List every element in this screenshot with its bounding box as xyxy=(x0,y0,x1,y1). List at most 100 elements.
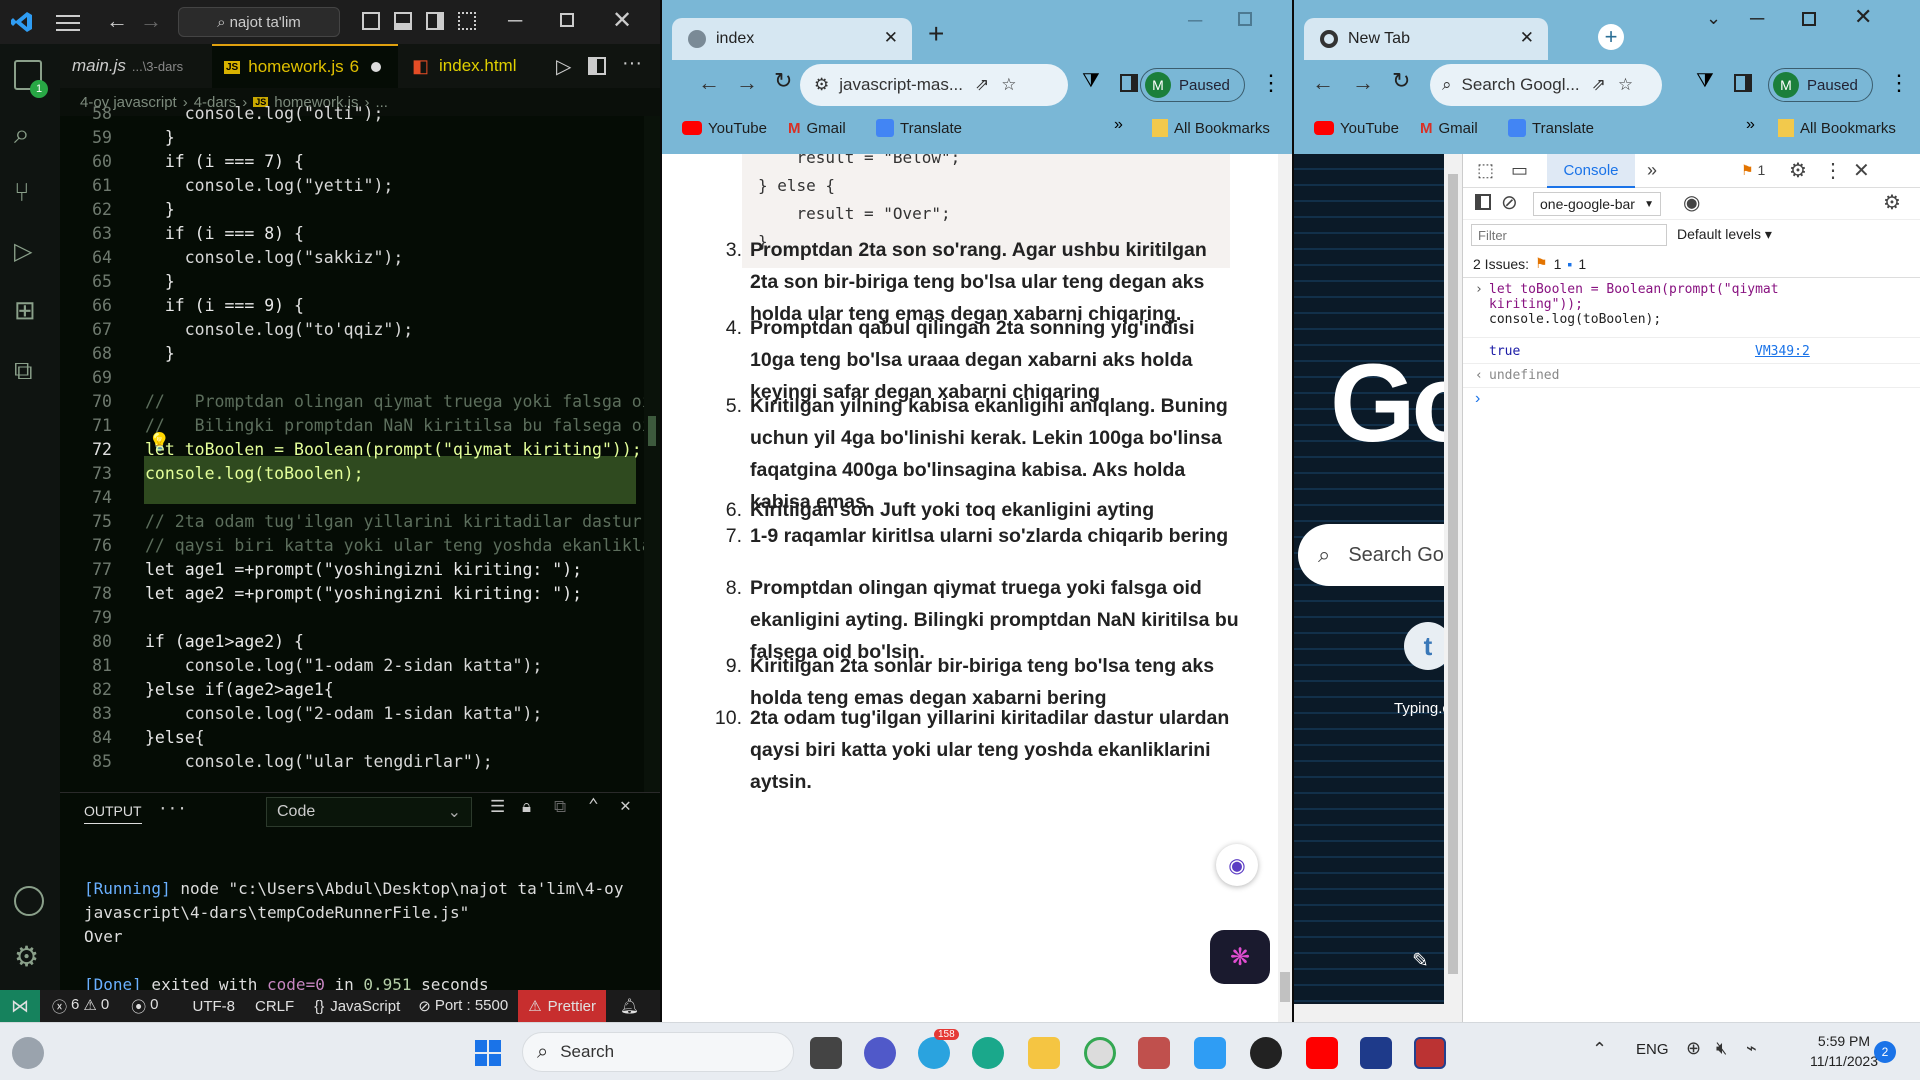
back-arrow-icon[interactable]: ← xyxy=(106,8,128,34)
bookmark-translate[interactable]: Translate xyxy=(876,112,962,144)
inspect-element-icon[interactable]: ⬚ xyxy=(1477,160,1494,181)
output-channel-select[interactable]: Code ⌄ xyxy=(266,797,472,827)
chat-icon[interactable] xyxy=(864,1037,896,1069)
issues-counter[interactable]: ⚑ 1 xyxy=(1741,162,1765,179)
telegram-icon[interactable] xyxy=(918,1037,950,1069)
share-icon[interactable]: ⇗ xyxy=(1592,75,1606,95)
chrome-menu-icon[interactable]: ⋮ xyxy=(1260,70,1282,96)
profile-button[interactable]: M Paused xyxy=(1768,68,1873,102)
lock-scroll-icon[interactable]: 🔒︎ xyxy=(522,797,531,817)
flag-app-icon[interactable] xyxy=(1414,1037,1446,1069)
chrome-taskbar-icon[interactable] xyxy=(1084,1037,1116,1069)
toggle-panel-icon[interactable] xyxy=(394,12,412,30)
customize-layout-icon[interactable] xyxy=(458,12,476,30)
clear-console-icon[interactable]: ⊘ xyxy=(1501,190,1518,215)
side-panel-icon[interactable] xyxy=(1120,74,1138,92)
file-explorer-icon[interactable] xyxy=(1028,1037,1060,1069)
console-prompt[interactable]: › xyxy=(1463,388,1920,412)
profile-button[interactable]: M Paused xyxy=(1140,68,1245,102)
run-code-icon[interactable]: ▷ xyxy=(556,54,571,79)
live-expression-eye-icon[interactable]: ◉ xyxy=(1683,190,1700,215)
tab-index-html[interactable]: ◧ index.html xyxy=(400,44,560,88)
bookmark-star-icon[interactable]: ☆ xyxy=(1618,75,1633,95)
new-tab-icon[interactable]: + xyxy=(1598,24,1624,50)
address-bar[interactable]: ⚙ javascript-mas... ⇗ ☆ xyxy=(800,64,1068,106)
manage-gear-icon[interactable]: ⚙ xyxy=(14,942,44,972)
bookmark-youtube[interactable]: YouTube xyxy=(682,112,767,144)
bookmark-translate[interactable]: Translate xyxy=(1508,112,1594,144)
remote-explorer-icon[interactable]: ⧉ xyxy=(14,356,42,384)
more-tabs-icon[interactable]: » xyxy=(1647,160,1657,181)
tab-main-js[interactable]: main.js ...\3-dars xyxy=(60,44,210,88)
bookmark-youtube[interactable]: YouTube xyxy=(1314,112,1399,144)
editor-scrollbar[interactable] xyxy=(644,116,660,792)
ntp-hscrollbar[interactable] xyxy=(1294,1004,1462,1022)
tray-chevron-up-icon[interactable]: ⌃ xyxy=(1592,1039,1607,1060)
menu-icon[interactable] xyxy=(56,12,80,32)
tab-console[interactable]: Console xyxy=(1547,154,1635,188)
taskbar-search[interactable]: ⌕ Search xyxy=(522,1032,794,1072)
log-levels-dropdown[interactable]: Default levels ▾ xyxy=(1677,226,1772,243)
vscode-taskbar-icon[interactable] xyxy=(1194,1037,1226,1069)
ai-extension-icon[interactable]: ❋ xyxy=(1210,930,1270,984)
source-control-icon[interactable]: ⑂ xyxy=(14,178,42,206)
console-settings-icon[interactable]: ⚙ xyxy=(1883,190,1901,215)
split-editor-icon[interactable] xyxy=(588,57,606,75)
tab-homework-js[interactable]: JS homework.js 6 xyxy=(212,44,398,88)
back-arrow-icon[interactable]: ← xyxy=(1312,70,1334,96)
ports-indicator[interactable]: ⦿ 0 xyxy=(131,996,158,1017)
input-language[interactable]: ENG xyxy=(1636,1041,1669,1058)
notifications-badge[interactable]: 2 xyxy=(1874,1041,1896,1063)
ntp-search-box[interactable]: ⌕ Search Goo xyxy=(1298,524,1462,586)
run-debug-icon[interactable]: ▷ xyxy=(14,238,42,266)
start-windows-icon[interactable] xyxy=(472,1037,504,1069)
maximize-icon[interactable] xyxy=(1802,12,1816,26)
tab-close-icon[interactable]: ✕ xyxy=(884,28,898,48)
reload-icon[interactable]: ↻ xyxy=(774,68,792,94)
bookmark-gmail[interactable]: M Gmail xyxy=(788,112,846,144)
source-link[interactable]: VM349:2 xyxy=(1755,344,1810,359)
address-bar[interactable]: ⌕ Search Googl... ⇗ ☆ xyxy=(1430,64,1662,106)
youtube-taskbar-icon[interactable] xyxy=(1306,1037,1338,1069)
scrollbar-thumb[interactable] xyxy=(648,416,656,446)
maximize-icon[interactable] xyxy=(560,13,574,27)
all-bookmarks[interactable]: All Bookmarks xyxy=(1778,112,1896,144)
notifications-bell-icon[interactable]: 🔔︎ xyxy=(620,997,639,1015)
remote-indicator-icon[interactable]: ⋈ xyxy=(0,990,40,1022)
back-arrow-icon[interactable]: ← xyxy=(698,70,720,96)
panel-more-icon[interactable]: ··· xyxy=(158,799,187,818)
prettier-status[interactable]: ⚠ Prettier xyxy=(518,990,607,1022)
minimize-icon[interactable]: ─ xyxy=(1188,10,1202,33)
settings-gear-icon[interactable]: ⚙ xyxy=(1789,158,1807,183)
tab-search-icon[interactable]: ⌄ xyxy=(1706,8,1721,29)
close-panel-icon[interactable]: ✕ xyxy=(620,795,631,816)
clear-output-icon[interactable]: ☰ xyxy=(490,797,505,817)
forward-arrow-icon[interactable]: → xyxy=(736,70,758,96)
code-editor[interactable]: 💡 58 console.log("olti"); 59 } 60 if (i ==… xyxy=(60,104,660,792)
console-filter-input[interactable] xyxy=(1471,224,1667,246)
more-bookmarks-icon[interactable]: » xyxy=(1114,116,1123,134)
minimize-icon[interactable]: ─ xyxy=(508,10,522,33)
page-scrollbar[interactable] xyxy=(1278,154,1292,1022)
more-actions-icon[interactable]: ··· xyxy=(622,52,642,75)
forward-arrow-icon[interactable]: → xyxy=(140,8,162,34)
widgets-weather-icon[interactable] xyxy=(12,1037,44,1069)
more-bookmarks-icon[interactable]: » xyxy=(1746,116,1755,134)
app-icon[interactable] xyxy=(1138,1037,1170,1069)
network-globe-icon[interactable]: ⊕ xyxy=(1686,1038,1701,1059)
tab-close-icon[interactable]: ✕ xyxy=(1520,28,1534,48)
task-view-icon[interactable] xyxy=(810,1037,842,1069)
live-server-port[interactable]: ⊘ Port : 5500 xyxy=(418,997,508,1015)
forward-arrow-icon[interactable]: → xyxy=(1352,70,1374,96)
share-icon[interactable]: ⇗ xyxy=(975,75,989,95)
context-selector[interactable]: one-google-bar ▼ xyxy=(1533,192,1661,216)
battery-charging-icon[interactable]: ⌁ xyxy=(1746,1038,1757,1059)
volume-muted-icon[interactable]: 🔇︎ xyxy=(1716,1038,1727,1059)
language-mode[interactable]: {} JavaScript xyxy=(314,998,400,1015)
device-toolbar-icon[interactable]: ▭ xyxy=(1511,160,1528,181)
issues-bar[interactable]: 2 Issues: ⚑ 1 ▪ 1 xyxy=(1463,250,1920,278)
command-center-search[interactable]: ⌕ najot ta'lim xyxy=(178,7,340,37)
maximize-panel-icon[interactable]: ⌃ xyxy=(588,795,599,816)
customize-pencil-icon[interactable]: ✎ xyxy=(1412,948,1429,973)
extensions-puzzle-icon[interactable]: ⧩ xyxy=(1696,70,1714,93)
